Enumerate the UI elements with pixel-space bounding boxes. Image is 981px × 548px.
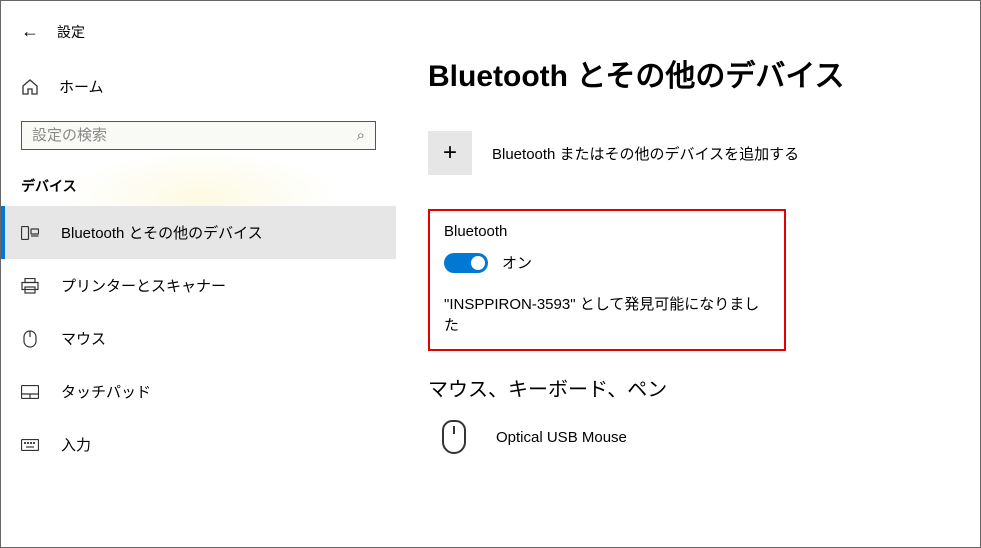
nav-item-bluetooth[interactable]: Bluetooth とその他のデバイス [1,206,396,259]
search-icon: ⌕ [357,127,365,144]
device-item[interactable]: Optical USB Mouse [428,420,960,454]
nav-label: 入力 [61,434,91,455]
section-title: デバイス [1,164,396,206]
device-name: Optical USB Mouse [496,429,627,446]
search-input[interactable] [32,127,357,144]
back-arrow-icon[interactable]: ← [21,21,39,42]
mouse-device-icon [442,420,466,454]
add-device-label: Bluetooth またはその他のデバイスを追加する [492,143,799,164]
discoverable-text: "INSPPIRON-3593" として発見可能になりました [444,293,770,335]
bluetooth-toggle-row: オン [444,252,770,273]
nav-item-touchpad[interactable]: タッチパッド [1,365,396,418]
sidebar: ← 設定 ホーム ⌕ デバイス Bluetoo [1,1,396,547]
mouse-icon [21,330,39,348]
nav-label: マウス [61,328,106,349]
home-icon [21,78,39,96]
bluetooth-label: Bluetooth [444,223,770,240]
printer-icon [21,277,39,295]
toggle-state-label: オン [502,252,532,273]
bluetooth-devices-icon [21,224,39,242]
nav-label: プリンターとスキャナー [61,275,226,296]
nav-label: タッチパッド [61,381,151,402]
devices-heading: マウス、キーボード、ペン [428,373,960,402]
main-content: Bluetooth とその他のデバイス + Bluetooth またはその他のデ… [396,1,980,547]
toggle-knob [471,256,485,270]
annotation-red-box: Bluetooth オン "INSPPIRON-3593" として発見可能になり… [428,209,786,351]
home-label: ホーム [59,76,104,97]
window-title: 設定 [57,22,85,42]
page-title: Bluetooth とその他のデバイス [428,51,960,95]
nav-item-typing[interactable]: 入力 [1,418,396,471]
nav-item-printers[interactable]: プリンターとスキャナー [1,259,396,312]
nav-item-mouse[interactable]: マウス [1,312,396,365]
nav-label: Bluetooth とその他のデバイス [61,222,263,243]
home-button[interactable]: ホーム [1,58,396,111]
add-device-button[interactable]: + Bluetooth またはその他のデバイスを追加する [428,131,960,175]
touchpad-icon [21,383,39,401]
window-header: ← 設定 [1,17,396,58]
bluetooth-toggle[interactable] [444,253,488,273]
keyboard-icon [21,436,39,454]
plus-icon: + [428,131,472,175]
search-box[interactable]: ⌕ [21,121,376,150]
